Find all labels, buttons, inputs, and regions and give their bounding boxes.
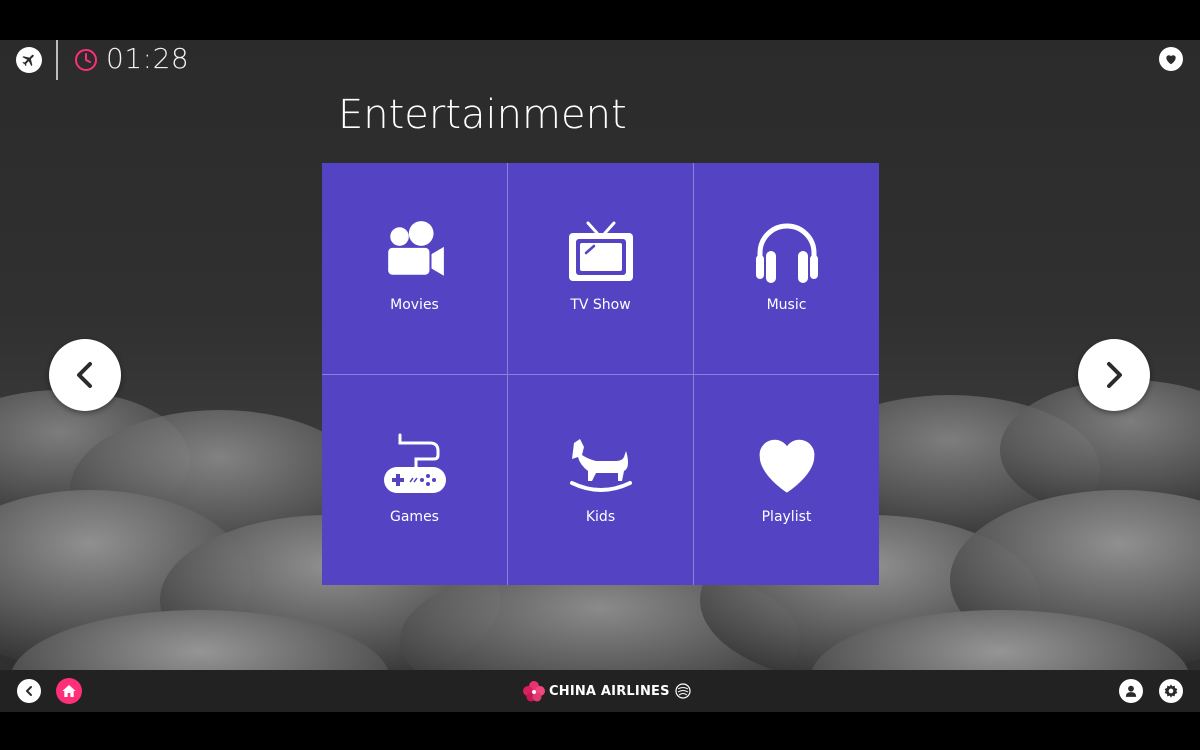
- tile-movies[interactable]: Movies: [322, 163, 508, 375]
- rocking-horse-icon: [569, 439, 632, 492]
- category-grid: Movies TV Show Music Games Kids Playlist: [322, 163, 879, 585]
- ife-screen: 01:28 Entertainment Movies TV Show Music…: [0, 40, 1200, 712]
- airplane-icon: [22, 54, 34, 67]
- tile-label: Playlist: [761, 509, 812, 525]
- movie-camera-icon: [387, 221, 444, 276]
- top-divider: [56, 40, 58, 80]
- heart-icon: [1166, 55, 1176, 65]
- tile-music[interactable]: Music: [694, 163, 879, 375]
- tile-label: Movies: [390, 297, 439, 313]
- previous-page-button[interactable]: [49, 339, 121, 411]
- remaining-time: 01:28: [106, 42, 190, 75]
- user-profile-button[interactable]: [1119, 679, 1143, 703]
- settings-button[interactable]: [1159, 679, 1183, 703]
- back-button[interactable]: [17, 679, 41, 703]
- chevron-left-icon: [26, 686, 32, 696]
- tile-label: Kids: [585, 509, 616, 525]
- tile-playlist[interactable]: Playlist: [694, 375, 879, 585]
- home-icon: [62, 685, 76, 697]
- bottom-bar: CHINA AIRLINES: [0, 670, 1200, 712]
- airline-logo: CHINA AIRLINES: [522, 679, 692, 703]
- letterbox-top: [0, 0, 1200, 40]
- home-button[interactable]: [56, 678, 82, 704]
- heart-icon: [759, 439, 814, 493]
- headphones-icon: [755, 223, 818, 283]
- skyteam-icon: [675, 683, 691, 699]
- user-icon: [1125, 685, 1137, 697]
- tv-icon: [568, 221, 633, 281]
- favorites-button[interactable]: [1159, 47, 1183, 71]
- plum-blossom-icon: [523, 681, 545, 702]
- tile-tv-show[interactable]: TV Show: [508, 163, 694, 375]
- gear-icon: [1164, 684, 1178, 698]
- letterbox-bottom: [0, 712, 1200, 750]
- chevron-left-icon: [77, 362, 92, 388]
- page-title: Entertainment: [338, 92, 627, 138]
- clock-icon: [75, 49, 97, 71]
- tile-kids[interactable]: Kids: [508, 375, 694, 585]
- gamepad-icon: [383, 433, 446, 493]
- tile-games[interactable]: Games: [322, 375, 508, 585]
- tile-label: Music: [766, 297, 807, 313]
- chevron-right-icon: [1107, 362, 1122, 388]
- airline-name: CHINA AIRLINES: [549, 683, 670, 699]
- top-bar: 01:28: [0, 40, 1200, 84]
- tile-label: TV Show: [570, 297, 631, 313]
- tile-label: Games: [390, 509, 439, 525]
- next-page-button[interactable]: [1078, 339, 1150, 411]
- flight-info-button[interactable]: [16, 47, 42, 73]
